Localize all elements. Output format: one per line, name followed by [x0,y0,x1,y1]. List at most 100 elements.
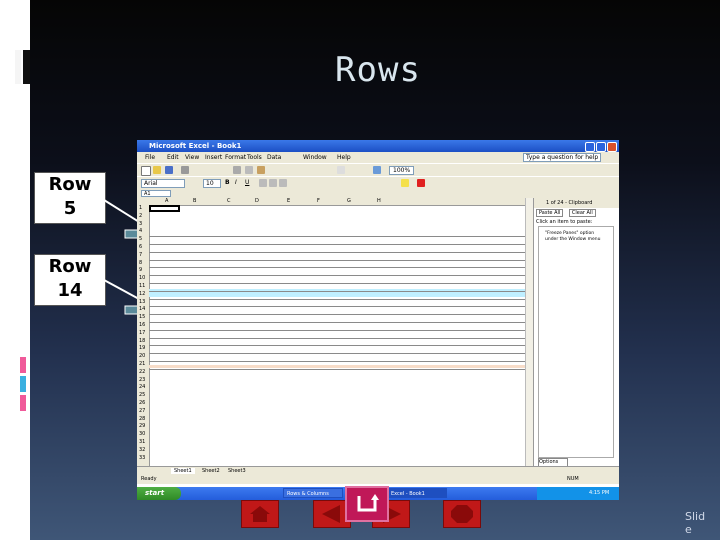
cut-icon[interactable] [233,166,241,174]
maximize-button[interactable] [596,142,606,152]
tab-sheet2[interactable]: Sheet2 [199,468,223,474]
home-button[interactable] [241,500,279,528]
column-header-b[interactable]: B [193,198,196,204]
row-header-22[interactable]: 22 [139,369,145,375]
row-header-15[interactable]: 15 [139,314,145,320]
callout-row5: Row 5 [34,172,106,224]
menu-help[interactable]: Help [337,154,351,161]
row-header-6[interactable]: 6 [139,244,142,250]
row-header-11[interactable]: 11 [139,283,145,289]
underline-icon[interactable]: U [245,179,253,187]
row-header-7[interactable]: 7 [139,252,142,258]
row-header-2[interactable]: 2 [139,213,142,219]
active-cell[interactable] [149,205,180,212]
copy-icon[interactable] [245,166,253,174]
row-gridline [149,322,525,323]
return-button[interactable] [345,486,389,522]
row-header-26[interactable]: 26 [139,400,145,406]
column-header-f[interactable]: F [317,198,320,204]
menu-tools[interactable]: Tools [247,154,262,161]
column-header-d[interactable]: D [255,198,259,204]
row-header-13[interactable]: 13 [139,299,145,305]
column-header-e[interactable]: E [287,198,290,204]
clipboard-item[interactable]: "Freeze Panes" option under the Window m… [545,231,605,243]
bold-icon[interactable]: B [225,179,233,187]
row-header-4[interactable]: 4 [139,228,142,234]
align-left-icon[interactable] [259,179,267,187]
row-header-3[interactable]: 3 [139,221,142,227]
row-header-23[interactable]: 23 [139,377,145,383]
paste-icon[interactable] [257,166,265,174]
decor-block [20,357,26,373]
menu-data[interactable]: Data [267,154,281,161]
return-arrow-icon [357,494,379,512]
fill-color-icon[interactable] [401,179,409,187]
row-header-14[interactable]: 14 [139,306,145,312]
row-header-33[interactable]: 33 [139,455,145,461]
start-button[interactable]: start [137,487,181,500]
taskbar-item[interactable]: Excel - Book1 [387,488,447,498]
row-header-19[interactable]: 19 [139,345,145,351]
taskbar-item[interactable]: Rows & Columns [283,488,343,498]
row-header-18[interactable]: 18 [139,338,145,344]
row-header-10[interactable]: 10 [139,275,145,281]
row-header-1[interactable]: 1 [139,205,142,211]
status-text: Ready [141,476,157,482]
help-search-box[interactable]: Type a question for help [523,153,602,162]
row-header-32[interactable]: 32 [139,447,145,453]
close-button[interactable] [607,142,617,152]
font-name-box[interactable]: Arial [141,179,185,188]
minimize-button[interactable] [585,142,595,152]
font-color-icon[interactable] [417,179,425,187]
chart-icon[interactable] [373,166,381,174]
row-header-9[interactable]: 9 [139,267,142,273]
end-show-button[interactable] [443,500,481,528]
clear-all-button[interactable]: Clear All [568,209,596,217]
open-icon[interactable] [153,166,161,174]
column-header-c[interactable]: C [227,198,231,204]
row-header-28[interactable]: 28 [139,416,145,422]
row-gridline [149,283,525,284]
row-header-20[interactable]: 20 [139,353,145,359]
column-header-g[interactable]: G [347,198,351,204]
row-header-5[interactable]: 5 [139,236,142,242]
column-header-a[interactable]: A [165,198,168,204]
font-size-box[interactable]: 10 [203,179,221,188]
row-header-21[interactable]: 21 [139,361,145,367]
menu-insert[interactable]: Insert [205,154,222,161]
menu-window[interactable]: Window [303,154,327,161]
row-header-24[interactable]: 24 [139,384,145,390]
menu-file[interactable]: File [145,154,155,161]
save-icon[interactable] [165,166,173,174]
align-center-icon[interactable] [269,179,277,187]
column-header-h[interactable]: H [377,198,381,204]
row-header-17[interactable]: 17 [139,330,145,336]
print-icon[interactable] [181,166,189,174]
italic-icon[interactable]: I [235,179,243,187]
row-gridline [149,298,525,300]
row-header-8[interactable]: 8 [139,260,142,266]
tab-sheet1[interactable]: Sheet1 [171,468,195,474]
row-header-25[interactable]: 25 [139,392,145,398]
row-header-30[interactable]: 30 [139,431,145,437]
align-right-icon[interactable] [279,179,287,187]
row-gridline [149,267,525,269]
new-icon[interactable] [141,166,151,176]
name-box[interactable]: A1 [141,190,171,197]
paste-all-button[interactable]: Paste All [536,209,564,217]
row-header-12[interactable]: 12 [139,291,145,297]
tab-sheet3[interactable]: Sheet3 [225,468,249,474]
zoom-box[interactable]: 100% [389,166,415,175]
sum-icon[interactable] [337,166,345,174]
row-gridline [149,337,525,339]
row-header-27[interactable]: 27 [139,408,145,414]
menu-view[interactable]: View [185,154,199,161]
row-header-31[interactable]: 31 [139,439,145,445]
row-header-29[interactable]: 29 [139,423,145,429]
column-headers: A B C D E F G H [137,198,525,206]
row-header-16[interactable]: 16 [139,322,145,328]
stop-icon [451,505,473,523]
menu-format[interactable]: Format [225,154,246,161]
menu-edit[interactable]: Edit [167,154,179,161]
worksheet-grid[interactable]: ABCDEFGH 1 2 3 4 5 6 7 8 9 10 11 12 13 14 15 16 17 18 19 20… [137,198,529,466]
